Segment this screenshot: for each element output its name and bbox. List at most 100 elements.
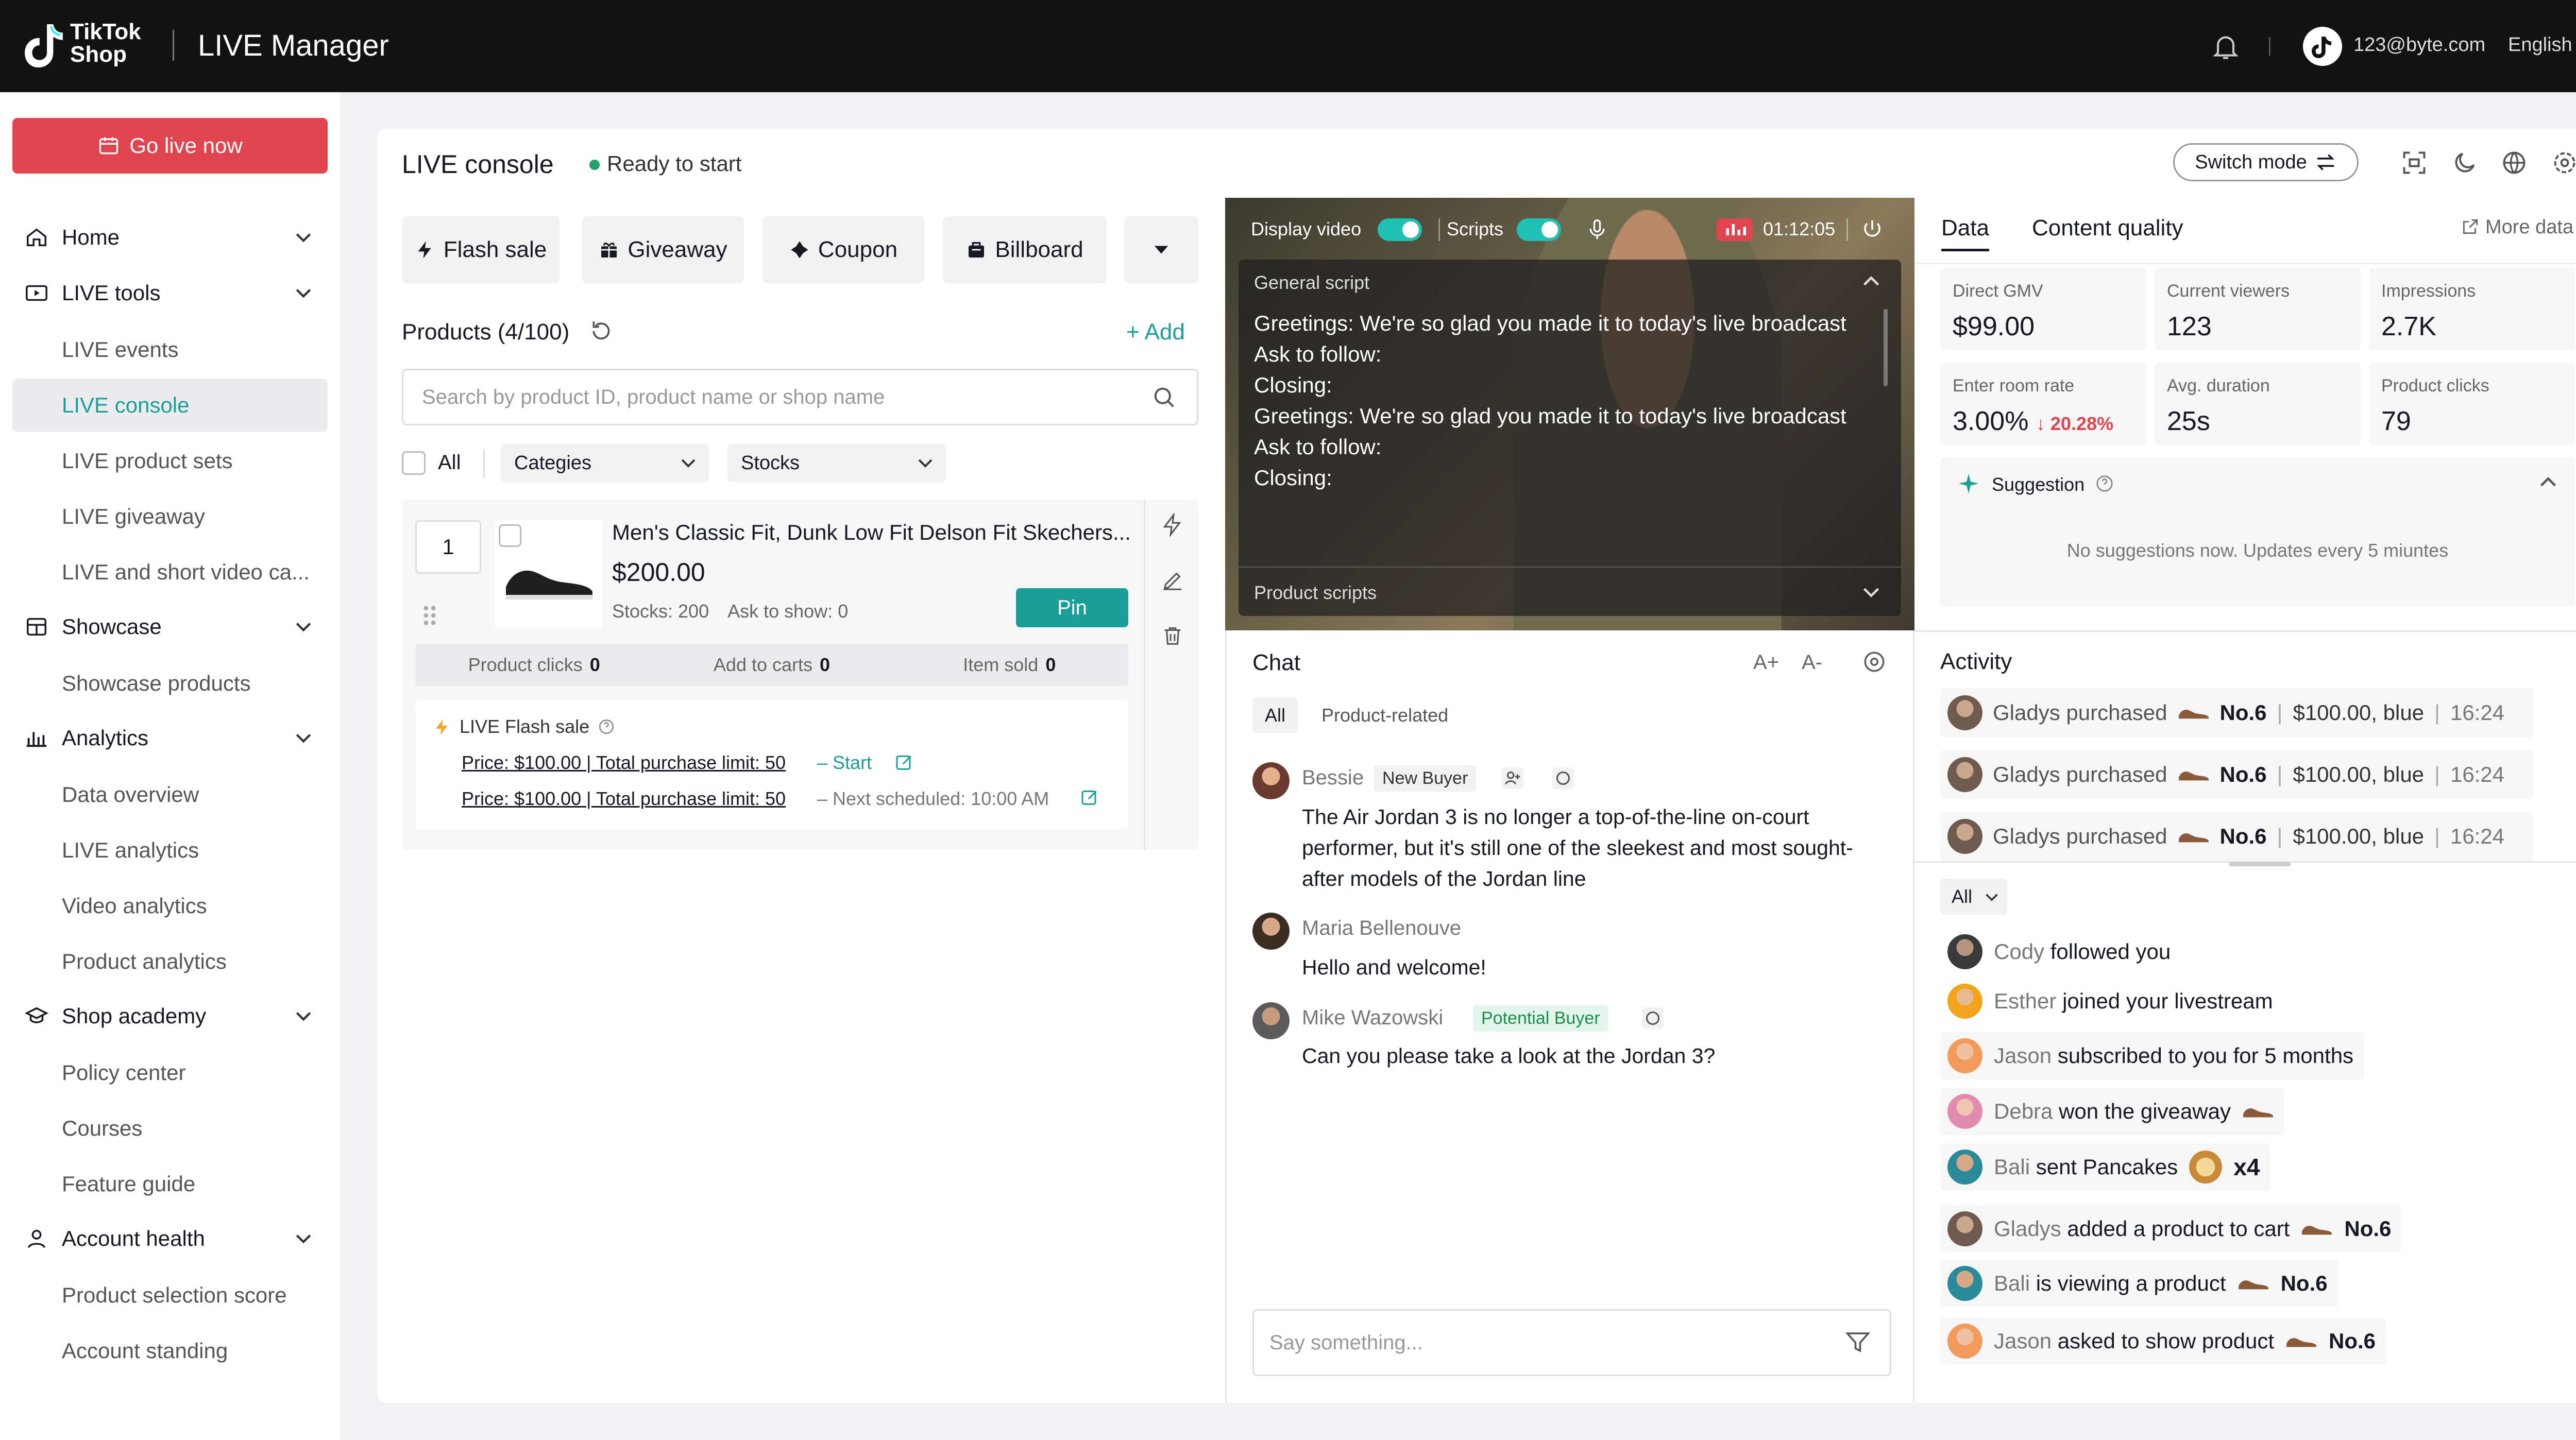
avatar[interactable]: [1947, 1266, 1982, 1301]
script-scrollbar[interactable]: [1884, 309, 1888, 386]
pin-button[interactable]: Pin: [1016, 588, 1128, 627]
sidebar-item-product-selection-score[interactable]: Product selection score: [12, 1268, 328, 1322]
tab-content-quality[interactable]: Content quality: [2032, 215, 2183, 241]
font-increase-button[interactable]: A+: [1753, 651, 1779, 674]
chat-user-name[interactable]: Maria Bellenouve: [1302, 917, 1461, 940]
avatar[interactable]: [1947, 934, 1982, 969]
sidebar-section-showcase[interactable]: Showcase: [12, 602, 328, 652]
display-video-toggle[interactable]: [1378, 218, 1422, 241]
refresh-icon[interactable]: [588, 318, 614, 344]
pencil-icon[interactable]: [1161, 569, 1184, 592]
activity-user[interactable]: Gladys: [1994, 1216, 2061, 1241]
power-icon[interactable]: [1860, 217, 1885, 242]
activity-user[interactable]: Bali: [1994, 1271, 2030, 1295]
chat-tab-product-related[interactable]: Product-related: [1309, 697, 1461, 733]
avatar[interactable]: [1947, 757, 1982, 792]
help-icon[interactable]: [2095, 474, 2114, 493]
more-actions-button[interactable]: [1124, 216, 1198, 283]
globe-icon[interactable]: [2501, 149, 2528, 176]
sidebar-item-live-console[interactable]: LIVE console: [12, 379, 328, 432]
user-add-icon[interactable]: [1501, 766, 1524, 790]
avatar[interactable]: [1252, 762, 1290, 799]
activity-user[interactable]: Esther: [1994, 989, 2056, 1013]
edit-icon[interactable]: [1080, 787, 1100, 808]
resize-handle[interactable]: [2229, 862, 2291, 866]
activity-user[interactable]: Jason: [1994, 1329, 2052, 1353]
sidebar-item-data-overview[interactable]: Data overview: [12, 768, 328, 821]
moon-icon[interactable]: [2451, 149, 2478, 176]
sidebar-item-video-analytics[interactable]: Video analytics: [12, 879, 328, 933]
product-search-input[interactable]: Search by product ID, product name or sh…: [402, 369, 1198, 425]
trash-icon[interactable]: [1161, 624, 1184, 648]
chat-bubble-icon[interactable]: [1641, 1006, 1665, 1030]
avatar[interactable]: [1947, 984, 1982, 1019]
activity-user[interactable]: Jason: [1994, 1043, 2052, 1068]
sidebar-item-live-giveaway[interactable]: LIVE giveaway: [12, 490, 328, 543]
sidebar-item-product-analytics[interactable]: Product analytics: [12, 935, 328, 988]
categories-dropdown[interactable]: Categies: [501, 444, 709, 482]
help-icon[interactable]: [598, 718, 615, 735]
chat-bubble-icon[interactable]: [1551, 766, 1575, 790]
avatar[interactable]: [1947, 1324, 1982, 1359]
lightning-outline-icon[interactable]: [1161, 513, 1184, 537]
settings-icon[interactable]: [2551, 149, 2576, 176]
select-all-checkbox[interactable]: [402, 451, 426, 475]
bell-icon[interactable]: [2210, 31, 2241, 62]
flash-sale-button[interactable]: Flash sale: [402, 216, 560, 283]
giveaway-button[interactable]: Giveaway: [582, 216, 744, 283]
avatar[interactable]: [1947, 695, 1982, 730]
scripts-toggle[interactable]: [1517, 218, 1561, 241]
sidebar-item-live-product-sets[interactable]: LIVE product sets: [12, 434, 328, 488]
stocks-dropdown[interactable]: Stocks: [727, 444, 946, 482]
sidebar-item-policy-center[interactable]: Policy center: [12, 1046, 328, 1100]
fullscreen-icon[interactable]: [2401, 149, 2428, 176]
activity-user[interactable]: Bali: [1994, 1155, 2030, 1179]
microphone-icon[interactable]: [1586, 217, 1608, 242]
sidebar-item-live-events[interactable]: LIVE events: [12, 323, 328, 376]
language-selector[interactable]: English: [2508, 34, 2572, 56]
go-live-button[interactable]: Go live now: [12, 118, 328, 174]
sidebar-section-live-tools[interactable]: LIVE tools: [12, 268, 328, 318]
avatar[interactable]: [1252, 1002, 1290, 1039]
search-icon[interactable]: [1151, 384, 1178, 411]
product-select-checkbox[interactable]: [499, 524, 521, 547]
sidebar-item-courses[interactable]: Courses: [12, 1102, 328, 1155]
avatar[interactable]: [1947, 1211, 1982, 1246]
sidebar-item-live-short-video[interactable]: LIVE and short video ca...: [12, 545, 328, 599]
tiktok-avatar-icon[interactable]: [2303, 27, 2342, 66]
avatar[interactable]: [1947, 1150, 1982, 1185]
sidebar-section-analytics[interactable]: Analytics: [12, 713, 328, 763]
edit-icon[interactable]: [894, 752, 915, 773]
product-order-number[interactable]: 1: [415, 520, 481, 574]
sidebar-item-live-analytics[interactable]: LIVE analytics: [12, 824, 328, 877]
flash-sale-start-link[interactable]: – Start: [817, 752, 872, 774]
avatar[interactable]: [1252, 913, 1290, 950]
avatar[interactable]: [1947, 1038, 1982, 1073]
activity-filter-dropdown[interactable]: All: [1940, 879, 2007, 915]
chat-input[interactable]: Say something...: [1252, 1309, 1891, 1376]
chat-user-name[interactable]: Mike Wazowski: [1302, 1006, 1443, 1030]
billboard-button[interactable]: Billboard: [943, 216, 1107, 283]
coupon-button[interactable]: Coupon: [762, 216, 924, 283]
more-data-link[interactable]: More data: [2461, 216, 2573, 238]
chat-user-name[interactable]: Bessie: [1302, 766, 1364, 790]
account-email[interactable]: 123@byte.com: [2353, 34, 2485, 56]
sidebar-section-home[interactable]: Home: [12, 213, 328, 262]
chevron-up-icon[interactable]: [1862, 274, 1880, 288]
sidebar-section-shop-academy[interactable]: Shop academy: [12, 991, 328, 1041]
avatar[interactable]: [1947, 1094, 1982, 1129]
sidebar-item-feature-guide[interactable]: Feature guide: [12, 1157, 328, 1211]
switch-mode-button[interactable]: Switch mode: [2173, 143, 2359, 181]
sidebar-item-showcase-products[interactable]: Showcase products: [12, 657, 328, 710]
settings-icon[interactable]: [1861, 649, 1887, 675]
drag-handle-icon[interactable]: [419, 603, 440, 628]
sidebar-item-account-standing[interactable]: Account standing: [12, 1324, 328, 1378]
font-decrease-button[interactable]: A-: [1802, 651, 1822, 674]
send-icon[interactable]: [1844, 1329, 1872, 1357]
avatar[interactable]: [1947, 819, 1982, 854]
tab-data[interactable]: Data: [1941, 215, 1989, 251]
sidebar-section-account-health[interactable]: Account health: [12, 1214, 328, 1263]
chat-tab-all[interactable]: All: [1252, 697, 1298, 733]
activity-user[interactable]: Debra: [1994, 1099, 2053, 1123]
product-scripts-header[interactable]: Product scripts: [1239, 567, 1901, 616]
